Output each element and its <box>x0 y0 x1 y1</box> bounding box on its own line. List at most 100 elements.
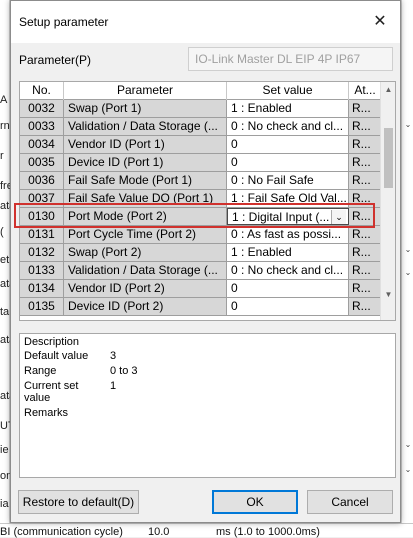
table-row[interactable]: 0037 Fail Safe Value DO (Port 1) 1 : Fai… <box>20 190 382 208</box>
cell-parameter: Device ID (Port 1) <box>64 154 227 171</box>
cell-set-value[interactable]: 0 : As fast as possi... <box>227 226 349 243</box>
cell-no: 0135 <box>20 298 64 315</box>
grid-rows: 0032 Swap (Port 1) 1 : Enabled R... 0033… <box>20 100 382 320</box>
table-row[interactable]: 0032 Swap (Port 1) 1 : Enabled R... <box>20 100 382 118</box>
cell-no: 0133 <box>20 262 64 279</box>
table-row[interactable]: 0033 Validation / Data Storage (... 0 : … <box>20 118 382 136</box>
cell-parameter: Validation / Data Storage (... <box>64 118 227 135</box>
ok-button[interactable]: OK <box>212 490 298 514</box>
bg-fragment: ie <box>0 444 9 456</box>
dialog-title: Setup parameter <box>19 15 109 29</box>
cell-parameter: Swap (Port 1) <box>64 100 227 117</box>
bg-bottom-value[interactable]: 10.0 <box>148 526 169 538</box>
table-row[interactable]: 0035 Device ID (Port 1) 0 R... <box>20 154 382 172</box>
grid-header: No. Parameter Set value At... <box>20 82 382 100</box>
cell-set-value[interactable]: 0 <box>227 280 349 297</box>
cell-parameter: Vendor ID (Port 2) <box>64 280 227 297</box>
restore-default-button[interactable]: Restore to default(D) <box>18 490 139 514</box>
grid-vertical-scrollbar[interactable]: ▲ ▼ <box>380 82 395 320</box>
port-mode-select[interactable]: 1 : Digital Input (... ⌄ <box>227 208 349 225</box>
table-row[interactable]: 0134 Vendor ID (Port 2) 0 R... <box>20 280 382 298</box>
cell-no: 0035 <box>20 154 64 171</box>
cell-attribute: R... <box>349 154 382 171</box>
cell-parameter: Fail Safe Mode (Port 1) <box>64 172 227 189</box>
description-title: Description <box>24 336 80 348</box>
current-set-value: 1 <box>110 380 117 392</box>
cell-no: 0131 <box>20 226 64 243</box>
cancel-button[interactable]: Cancel <box>307 490 393 514</box>
column-header-attribute[interactable]: At... <box>349 82 382 100</box>
cell-set-value[interactable]: 1 : Enabled <box>227 244 349 261</box>
cell-attribute: R... <box>349 244 382 261</box>
column-header-parameter[interactable]: Parameter <box>64 82 227 100</box>
cell-no: 0036 <box>20 172 64 189</box>
cell-set-value[interactable]: 0 : No check and cl... <box>227 262 349 279</box>
table-row[interactable]: 0131 Port Cycle Time (Port 2) 0 : As fas… <box>20 226 382 244</box>
cell-parameter: Device ID (Port 2) <box>64 298 227 315</box>
cell-attribute: R... <box>349 136 382 153</box>
bg-bottom-label: BI (communication cycle) <box>0 526 123 538</box>
chevron-down-icon[interactable]: ⌄ <box>403 440 413 449</box>
table-row[interactable]: 0133 Validation / Data Storage (... 0 : … <box>20 262 382 280</box>
cell-no: 0132 <box>20 244 64 261</box>
bg-fragment: ata <box>0 278 10 290</box>
cell-attribute: R... <box>349 226 382 243</box>
background-bottom-row: BI (communication cycle) 10.0 ms (1.0 to… <box>0 523 413 538</box>
chevron-down-icon[interactable]: ⌄ <box>403 245 413 254</box>
cell-set-value[interactable]: 0 <box>227 154 349 171</box>
cell-set-value[interactable]: 1 : Enabled <box>227 100 349 117</box>
range-value: 0 to 3 <box>110 365 138 377</box>
cell-no: 0130 <box>20 208 64 225</box>
cell-set-value[interactable]: 1 : Fail Safe Old Val... <box>227 190 349 207</box>
table-row[interactable]: 0132 Swap (Port 2) 1 : Enabled R... <box>20 244 382 262</box>
table-row-selected[interactable]: 0130 Port Mode (Port 2) 1 : Digital Inpu… <box>20 208 382 226</box>
table-row[interactable]: 0036 Fail Safe Mode (Port 1) 0 : No Fail… <box>20 172 382 190</box>
chevron-down-icon[interactable]: ⌄ <box>403 120 413 129</box>
bg-fragment: ata <box>0 334 10 346</box>
cell-set-value[interactable]: 0 : No Fail Safe <box>227 172 349 189</box>
column-header-set-value[interactable]: Set value <box>227 82 349 100</box>
scrollbar-thumb[interactable] <box>384 128 393 188</box>
table-row[interactable]: 0135 Device ID (Port 2) 0 R... <box>20 298 382 316</box>
cell-no: 0134 <box>20 280 64 297</box>
description-panel: Description Default value 3 Range 0 to 3… <box>19 333 396 478</box>
bg-fragment: rn <box>0 120 10 132</box>
current-set-label: Current set <box>24 380 79 392</box>
table-row[interactable]: 0034 Vendor ID (Port 1) 0 R... <box>20 136 382 154</box>
bg-fragment: fre <box>0 180 10 192</box>
default-value-label: Default value <box>24 350 89 362</box>
cell-no: 0037 <box>20 190 64 207</box>
column-header-no[interactable]: No. <box>20 82 64 100</box>
parameter-label: Parameter(P) <box>19 53 92 67</box>
cell-parameter: Fail Safe Value DO (Port 1) <box>64 190 227 207</box>
bg-fragment: A <box>0 94 8 106</box>
range-label: Range <box>24 365 57 377</box>
bg-fragment: ia <box>0 498 9 510</box>
bg-bottom-unit: ms (1.0 to 1000.0ms) <box>216 526 320 538</box>
background-left-panel: A rn r fre ata ( et ata ta ata ata UT ie… <box>0 0 10 537</box>
close-icon[interactable]: ✕ <box>360 5 400 39</box>
chevron-down-icon[interactable]: ⌄ <box>403 268 413 277</box>
chevron-down-icon[interactable]: ⌄ <box>403 465 413 474</box>
cell-set-value[interactable]: 0 <box>227 136 349 153</box>
cell-attribute: R... <box>349 208 382 225</box>
cell-set-value[interactable]: 0 : No check and cl... <box>227 118 349 135</box>
cell-no: 0034 <box>20 136 64 153</box>
dialog-titlebar[interactable]: Setup parameter ✕ <box>11 1 400 43</box>
chevron-down-icon[interactable]: ⌄ <box>331 210 346 224</box>
cell-set-value[interactable]: 0 <box>227 298 349 315</box>
bg-fragment: r <box>0 150 4 162</box>
cell-attribute: R... <box>349 262 382 279</box>
port-mode-value: 1 : Digital Input (... <box>232 210 330 224</box>
device-select[interactable]: IO-Link Master DL EIP 4P IP67 <box>188 47 393 71</box>
bg-fragment: et <box>0 254 10 266</box>
cell-attribute: R... <box>349 280 382 297</box>
scroll-down-icon[interactable]: ▼ <box>381 287 395 302</box>
parameter-grid: No. Parameter Set value At... 0032 Swap … <box>19 81 396 321</box>
cell-attribute: R... <box>349 118 382 135</box>
scroll-up-icon[interactable]: ▲ <box>381 82 395 97</box>
bg-fragment: ata <box>0 390 10 402</box>
current-set-label-2: value <box>24 392 51 404</box>
cell-parameter: Port Mode (Port 2) <box>64 208 227 225</box>
remarks-label: Remarks <box>24 407 69 419</box>
